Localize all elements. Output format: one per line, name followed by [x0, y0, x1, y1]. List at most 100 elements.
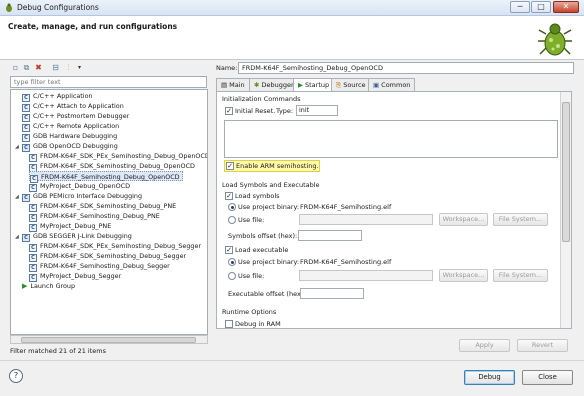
tree-item[interactable]: C MyProject_Debug_OpenOCD [29, 181, 130, 192]
exec-project-binary-radio[interactable] [228, 258, 236, 266]
reset-type-field[interactable]: init [296, 105, 338, 116]
launch-group-icon: ▶ [22, 282, 28, 290]
tab-main[interactable]: ▤ Main [216, 78, 250, 91]
common-tab-icon: ▣ [373, 81, 380, 89]
tree-item[interactable]: C FRDM-K64F_SDK_PEx_Semihosting_Debug_Ope… [29, 151, 207, 162]
type-label: Type: [276, 107, 294, 115]
tree-group[interactable]: ◢ C GDB SEGGER J-Link Debugging [15, 231, 132, 242]
startup-tab-icon: ▶ [298, 81, 303, 89]
symbols-project-binary-radio[interactable] [228, 203, 236, 211]
load-section-title: Load Symbols and Executable [222, 181, 320, 189]
tab-startup[interactable]: ▶ Startup [293, 78, 335, 92]
load-executable-checkbox[interactable]: ✓ [225, 246, 233, 254]
tree-group[interactable]: ◢ C GDB OpenOCD Debugging [15, 141, 118, 152]
config-tree[interactable]: C C/C++ Application C C/C++ Attach to Appl… [10, 89, 208, 335]
enable-semihosting-checkbox[interactable]: ✓ [226, 162, 234, 170]
scrollbar-thumb[interactable] [21, 337, 196, 343]
duplicate-icon[interactable]: ⧉ [21, 62, 32, 73]
use-project-binary-label: Use project binary: [238, 203, 300, 211]
tree-item[interactable]: C MyProject_Debug_Segger [29, 271, 121, 282]
debug-bug-logo-icon [538, 23, 572, 56]
expanded-triangle-icon[interactable]: ◢ [15, 192, 22, 202]
delete-icon[interactable]: ✖ [33, 62, 44, 73]
source-tab-icon: ⎘ [336, 81, 342, 89]
maximize-button[interactable]: □ [531, 1, 551, 13]
scrollbar-thumb[interactable] [562, 102, 570, 242]
expanded-triangle-icon[interactable]: ◢ [15, 142, 22, 152]
tree-item[interactable]: C FRDM-K64F_Semihosting_Debug_Segger [29, 261, 170, 272]
init-commands-title: Initialization Commands [222, 95, 301, 103]
tree-item[interactable]: C FRDM-K64F_SDK_PEx_Semihosting_Debug_Seg… [29, 241, 201, 252]
tree-item-selected[interactable]: C FRDM-K64F_Semihosting_Debug_OpenOCD [29, 171, 183, 183]
symbols-use-file-radio[interactable] [228, 216, 236, 224]
header-title: Create, manage, and run configurations [8, 22, 178, 31]
window-title: Debug Configurations [17, 3, 99, 12]
symbols-filesystem-button[interactable]: File System... [493, 213, 548, 226]
runtime-options-title: Runtime Options [222, 308, 277, 316]
exec-workspace-button[interactable]: Workspace... [439, 269, 488, 282]
tree-horizontal-scrollbar[interactable] [10, 335, 208, 344]
initial-reset-label: Initial Reset. [235, 107, 276, 115]
minimize-button[interactable]: ─ [510, 1, 530, 13]
tree-item[interactable]: C C/C++ Remote Application [15, 121, 119, 132]
debugger-tab-icon: ✱ [254, 81, 260, 89]
enable-semihosting-label: Enable ARM semihosting. [236, 162, 319, 170]
dialog-header: Create, manage, and run configurations [0, 16, 584, 60]
expanded-triangle-icon[interactable]: ◢ [15, 232, 22, 242]
chevron-down-icon[interactable]: ▾ [74, 62, 85, 73]
debug-button[interactable]: Debug [464, 370, 515, 385]
tree-item[interactable]: C MyProject_Debug_PNE [29, 221, 111, 232]
load-symbols-label: Load symbols [235, 192, 280, 200]
tree-item[interactable]: C C/C++ Attach to Application [15, 101, 124, 112]
use-project-binary-label: Use project binary: [238, 258, 300, 266]
new-config-icon[interactable]: ▫ [10, 62, 21, 73]
apply-button[interactable]: Apply [459, 339, 510, 352]
close-window-button[interactable]: ✕ [553, 1, 579, 13]
tree-item[interactable]: C FRDM-K64F_Semihosting_Debug_PNE [29, 211, 160, 222]
tree-item[interactable]: C C/C++ Postmortem Debugger [15, 111, 129, 122]
help-icon[interactable]: ? [9, 369, 23, 383]
exec-binary-value: FRDM-K64F_Semihosting.elf [300, 258, 392, 266]
use-file-label: Use file: [238, 216, 265, 224]
tab-common[interactable]: ▣ Common [368, 78, 416, 91]
debug-bug-icon [6, 3, 12, 12]
tree-item[interactable]: C FRDM-K64F_SDK_Semihosting_Debug_PNE [29, 201, 176, 212]
title-bar: Debug Configurations ─ □ ✕ [0, 0, 584, 16]
filter-icon[interactable]: ⫶ [63, 62, 74, 73]
tree-item[interactable]: C C/C++ Application [15, 91, 93, 102]
load-symbols-checkbox[interactable]: ✓ [225, 192, 233, 200]
tree-group[interactable]: ◢ C GDB PEMicro Interface Debugging [15, 191, 142, 202]
initial-reset-checkbox[interactable]: ✓ [225, 107, 233, 115]
tree-item[interactable]: ▶ Launch Group [15, 281, 75, 291]
tree-item[interactable]: C FRDM-K64F_SDK_Semihosting_Debug_Segger [29, 251, 186, 262]
debug-in-ram-label: Debug in RAM [235, 320, 281, 328]
tab-source[interactable]: ⎘ Source [331, 78, 371, 91]
init-commands-textarea[interactable] [224, 120, 558, 158]
exec-file-field[interactable] [299, 270, 433, 281]
symbols-offset-label: Symbols offset (hex): [228, 232, 298, 240]
filter-input[interactable]: type filter text [10, 76, 207, 88]
collapse-all-icon[interactable]: ⊟ [50, 62, 61, 73]
footer-separator [0, 360, 584, 361]
revert-button[interactable]: Revert [517, 339, 568, 352]
tab-debugger[interactable]: ✱ Debugger [249, 78, 299, 91]
main-tab-icon: ▤ [221, 81, 228, 89]
load-executable-label: Load executable [235, 246, 289, 254]
panel-vertical-scrollbar[interactable] [560, 92, 571, 328]
name-label: Name: [216, 64, 238, 72]
tree-item[interactable]: C FRDM-K64F_SDK_Semihosting_Debug_OpenOCD [29, 161, 195, 172]
use-file-label: Use file: [238, 272, 265, 280]
exec-offset-field[interactable] [300, 288, 364, 299]
close-button[interactable]: Close [522, 370, 573, 385]
exec-use-file-radio[interactable] [228, 272, 236, 280]
tree-item[interactable]: C GDB Hardware Debugging [15, 131, 117, 142]
exec-offset-label: Executable offset (hex): [228, 290, 306, 298]
filter-status: Filter matched 21 of 21 items [10, 347, 106, 355]
symbols-workspace-button[interactable]: Workspace... [439, 213, 488, 226]
debug-in-ram-checkbox[interactable] [225, 320, 233, 328]
exec-filesystem-button[interactable]: File System... [493, 269, 548, 282]
symbols-file-field[interactable] [299, 214, 433, 225]
symbols-binary-value: FRDM-K64F_Semihosting.elf [300, 203, 392, 211]
symbols-offset-field[interactable] [298, 230, 362, 241]
name-field[interactable]: FRDM-K64F_Semihosting_Debug_OpenOCD [238, 62, 574, 74]
